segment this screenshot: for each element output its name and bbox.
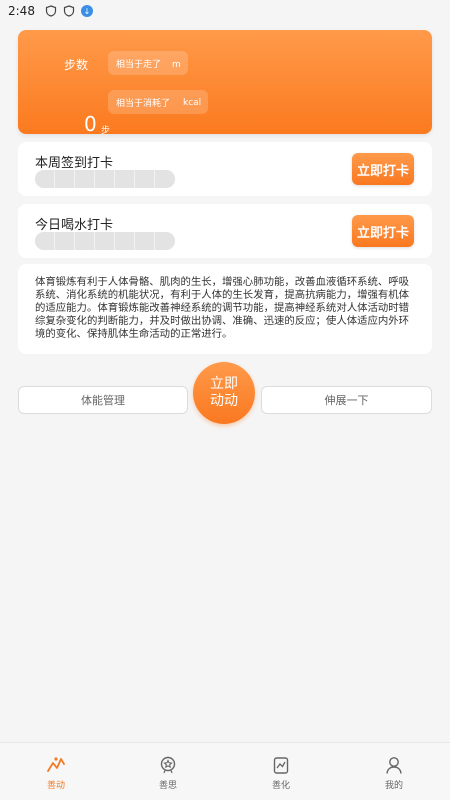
steps-summary-card: 步数 0 步 相当于走了 m 相当于消耗了 kcal xyxy=(18,30,432,136)
shield-icon xyxy=(63,5,75,17)
checkin-day xyxy=(55,170,75,188)
checkin-day xyxy=(75,170,95,188)
start-exercise-button[interactable]: 立即 动动 xyxy=(193,362,255,424)
exercise-description-text: 体育锻炼有利于人体骨骼、肌肉的生长，增强心肺功能，改善血液循环系统、呼吸系统、消… xyxy=(35,276,410,340)
tab-label: 善思 xyxy=(158,781,177,791)
brain-icon xyxy=(160,756,176,774)
activity-icon xyxy=(47,757,65,772)
water-cup xyxy=(35,232,55,250)
water-cup xyxy=(115,232,135,250)
weekly-checkin-progress xyxy=(35,170,175,188)
chart-icon xyxy=(273,757,289,774)
water-cup xyxy=(55,232,75,250)
tab-shansi[interactable]: 善思 xyxy=(112,743,224,800)
tab-shandong[interactable]: 善动 xyxy=(0,743,112,800)
status-bar: 2:48 ↓ xyxy=(0,0,450,22)
start-exercise-line2: 动动 xyxy=(210,393,238,409)
weekly-checkin-card: 本周签到打卡 立即打卡 xyxy=(18,142,432,196)
checkin-day xyxy=(115,170,135,188)
tab-label: 善动 xyxy=(46,781,65,791)
stretch-button[interactable]: 伸展一下 xyxy=(261,386,432,414)
tab-shanhua[interactable]: 善化 xyxy=(225,743,337,800)
calories-text: 相当于消耗了 xyxy=(116,98,171,109)
weekly-checkin-title: 本周签到打卡 xyxy=(35,156,114,171)
water-cup xyxy=(95,232,115,250)
tab-mine[interactable]: 我的 xyxy=(338,743,450,800)
calories-pill: 相当于消耗了 kcal xyxy=(108,90,208,114)
distance-unit: m xyxy=(172,60,181,70)
calories-unit: kcal xyxy=(183,98,202,108)
tab-label: 我的 xyxy=(384,781,403,791)
water-cup xyxy=(135,232,155,250)
fitness-management-button[interactable]: 体能管理 xyxy=(18,386,188,414)
steps-label: 步数 xyxy=(64,58,89,72)
bottom-tab-bar: 善动 善思 善化 我的 xyxy=(0,742,450,800)
weekly-checkin-button[interactable]: 立即打卡 xyxy=(352,153,414,185)
water-checkin-title: 今日喝水打卡 xyxy=(35,218,114,233)
water-cup xyxy=(155,232,175,250)
distance-text: 相当于走了 xyxy=(116,59,162,70)
checkin-day xyxy=(155,170,175,188)
water-checkin-card: 今日喝水打卡 立即打卡 xyxy=(18,204,432,258)
shield-icon xyxy=(45,5,57,17)
checkin-day xyxy=(135,170,155,188)
status-time: 2:48 xyxy=(8,4,35,18)
download-icon: ↓ xyxy=(80,5,93,17)
steps-value: 0 xyxy=(84,112,97,136)
tab-label: 善化 xyxy=(271,781,290,791)
water-checkin-progress xyxy=(35,232,175,250)
checkin-day xyxy=(95,170,115,188)
user-icon xyxy=(386,757,402,774)
checkin-day xyxy=(35,170,55,188)
start-exercise-line1: 立即 xyxy=(210,376,238,392)
steps-unit: 步 xyxy=(101,126,111,136)
water-cup xyxy=(75,232,95,250)
exercise-description-card: 体育锻炼有利于人体骨骼、肌肉的生长，增强心肺功能，改善血液循环系统、呼吸系统、消… xyxy=(18,264,432,354)
distance-pill: 相当于走了 m xyxy=(108,51,188,75)
water-checkin-button[interactable]: 立即打卡 xyxy=(352,215,414,247)
